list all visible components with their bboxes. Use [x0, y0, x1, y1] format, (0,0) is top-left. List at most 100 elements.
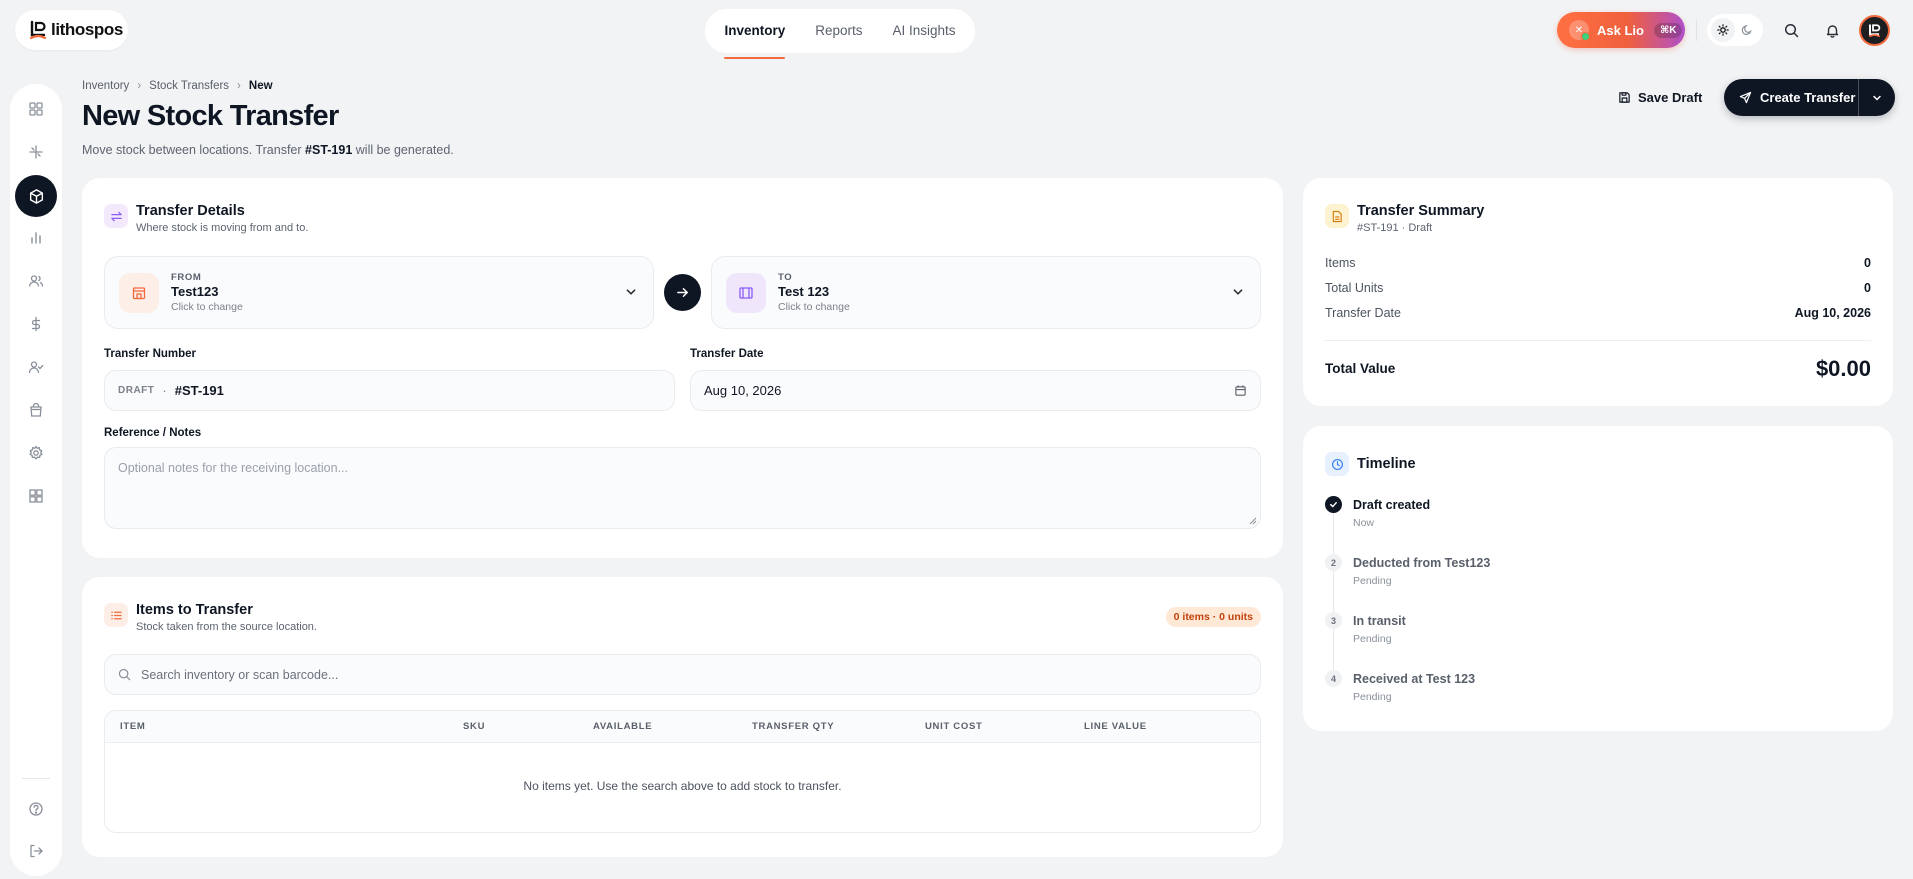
sun-icon[interactable]: [1711, 18, 1735, 42]
transfer-details-subtitle: Where stock is moving from and to.: [136, 222, 309, 234]
save-draft-label: Save Draft: [1638, 89, 1703, 105]
save-draft-button[interactable]: Save Draft: [1618, 87, 1702, 107]
apps-icon[interactable]: [15, 475, 57, 517]
total-value-label: Total Value: [1325, 361, 1396, 376]
column-unit-cost[interactable]: UNIT COST: [925, 721, 983, 732]
transfer-date-label: Transfer Date: [690, 348, 764, 360]
brand-name: lithospos: [51, 20, 123, 39]
users-icon[interactable]: [15, 260, 57, 302]
store-icon: [119, 272, 159, 313]
warehouse-icon: [726, 272, 766, 313]
transfer-date-value: Aug 10, 2026: [704, 383, 782, 398]
summary-items-label: Items: [1325, 256, 1356, 270]
settings-icon[interactable]: [15, 432, 57, 474]
summary-row-date: Transfer Date Aug 10, 2026: [1325, 306, 1871, 320]
nav-reports[interactable]: Reports: [815, 9, 862, 53]
resize-handle-icon[interactable]: [1248, 516, 1257, 525]
help-icon[interactable]: [15, 788, 57, 830]
chevron-down-icon: [1233, 289, 1243, 295]
transfer-date-field[interactable]: Aug 10, 2026: [690, 370, 1261, 411]
create-transfer-main[interactable]: Create Transfer: [1724, 79, 1859, 116]
items-table: ITEM SKU AVAILABLE TRANSFER QTY UNIT COS…: [104, 710, 1261, 833]
chevron-right-icon: ›: [237, 80, 241, 92]
sparkle-icon[interactable]: [15, 131, 57, 173]
swap-icon: [104, 204, 128, 228]
list-icon: [104, 603, 128, 627]
summary-units-value: 0: [1864, 281, 1871, 295]
avatar-logo-icon: [1868, 24, 1881, 38]
column-available[interactable]: AVAILABLE: [593, 721, 652, 732]
transfer-details-title: Transfer Details: [136, 203, 245, 219]
breadcrumb-stock-transfers[interactable]: Stock Transfers: [149, 80, 229, 92]
timeline-step-2-status: Pending: [1353, 575, 1392, 587]
timeline-line: [1333, 512, 1334, 682]
create-transfer-button[interactable]: Create Transfer: [1724, 79, 1895, 116]
nav-ai-insights[interactable]: AI Insights: [893, 9, 956, 53]
clock-icon: [1325, 452, 1349, 476]
summary-items-value: 0: [1864, 256, 1871, 270]
from-key: FROM: [171, 272, 202, 283]
create-transfer-label: Create Transfer: [1760, 90, 1856, 105]
subtitle-text: Move stock between locations. Transfer: [82, 143, 306, 157]
to-key: TO: [778, 272, 793, 283]
to-location-select[interactable]: TO Test 123 Click to change: [711, 256, 1261, 329]
save-icon: [1619, 91, 1630, 103]
notes-textarea[interactable]: Optional notes for the receiving locatio…: [104, 447, 1261, 529]
summary-row-items: Items 0: [1325, 256, 1871, 270]
arrow-right-icon: [677, 288, 688, 297]
subtitle-text-end: will be generated.: [352, 143, 454, 157]
from-location-select[interactable]: FROM Test123 Click to change: [104, 256, 654, 329]
user-check-icon[interactable]: [15, 346, 57, 388]
subtitle-transfer-number: #ST-191: [305, 143, 353, 157]
summary-row-units: Total Units 0: [1325, 281, 1871, 295]
calendar-icon[interactable]: [1234, 384, 1247, 397]
items-subtitle: Stock taken from the source location.: [136, 621, 317, 633]
transfer-number-label: Transfer Number: [104, 348, 197, 360]
dollar-icon[interactable]: [15, 303, 57, 345]
transfer-details-header: Transfer Details Where stock is moving f…: [104, 202, 308, 234]
inventory-search-input[interactable]: Search inventory or scan barcode...: [104, 654, 1261, 695]
timeline-step-1-status: Now: [1353, 517, 1375, 529]
bag-icon[interactable]: [15, 389, 57, 431]
column-line-value[interactable]: LINE VALUE: [1084, 721, 1147, 732]
bell-icon[interactable]: [1818, 16, 1846, 44]
search-icon[interactable]: [1777, 16, 1805, 44]
timeline-step-3-status: Pending: [1353, 633, 1392, 645]
ask-lio-label: Ask Lio: [1597, 22, 1644, 38]
summary-date-value: Aug 10, 2026: [1794, 306, 1871, 320]
search-icon: [118, 668, 131, 681]
breadcrumb-inventory[interactable]: Inventory: [82, 80, 129, 92]
total-value: $0.00: [1815, 356, 1871, 381]
chevron-down-icon[interactable]: [1859, 93, 1895, 103]
grid-icon[interactable]: [15, 88, 57, 130]
chart-icon[interactable]: [15, 217, 57, 259]
transfer-number-field[interactable]: DRAFT · #ST-191: [104, 370, 675, 411]
column-sku[interactable]: SKU: [463, 721, 485, 732]
avatar[interactable]: [1859, 15, 1890, 46]
timeline-step-2-title: Deducted from Test123: [1353, 556, 1491, 570]
timeline-step-4-marker: 4: [1325, 670, 1342, 687]
transfer-summary-card: Transfer Summary #ST-191 · Draft Items 0 …: [1303, 178, 1893, 406]
transfer-details-card: Transfer Details Where stock is moving f…: [82, 178, 1283, 558]
empty-state: No items yet. Use the search above to ad…: [523, 779, 842, 793]
timeline-header: Timeline: [1325, 450, 1416, 476]
chevron-down-icon: [626, 289, 636, 295]
theme-toggle[interactable]: [1707, 14, 1763, 46]
column-transfer-qty[interactable]: TRANSFER QTY: [752, 721, 834, 732]
items-header: Items to Transfer Stock taken from the s…: [104, 601, 317, 633]
swap-direction-button[interactable]: [664, 274, 701, 311]
from-value: Test123: [171, 284, 219, 299]
items-title: Items to Transfer: [136, 602, 253, 618]
ask-lio-button[interactable]: ✕ Ask Lio ⌘K: [1557, 12, 1685, 48]
moon-icon[interactable]: [1735, 18, 1759, 42]
box-icon[interactable]: [15, 175, 57, 217]
nav-inventory[interactable]: Inventory: [724, 9, 785, 59]
logo-icon: [29, 20, 47, 40]
notes-placeholder: Optional notes for the receiving locatio…: [118, 461, 348, 475]
logout-icon[interactable]: [15, 830, 57, 872]
items-card: Items to Transfer Stock taken from the s…: [82, 577, 1283, 857]
column-item[interactable]: ITEM: [120, 721, 146, 732]
to-hint: Click to change: [778, 301, 850, 313]
brand-logo[interactable]: lithospos: [15, 10, 128, 50]
timeline-step-4-title: Received at Test 123: [1353, 672, 1476, 686]
